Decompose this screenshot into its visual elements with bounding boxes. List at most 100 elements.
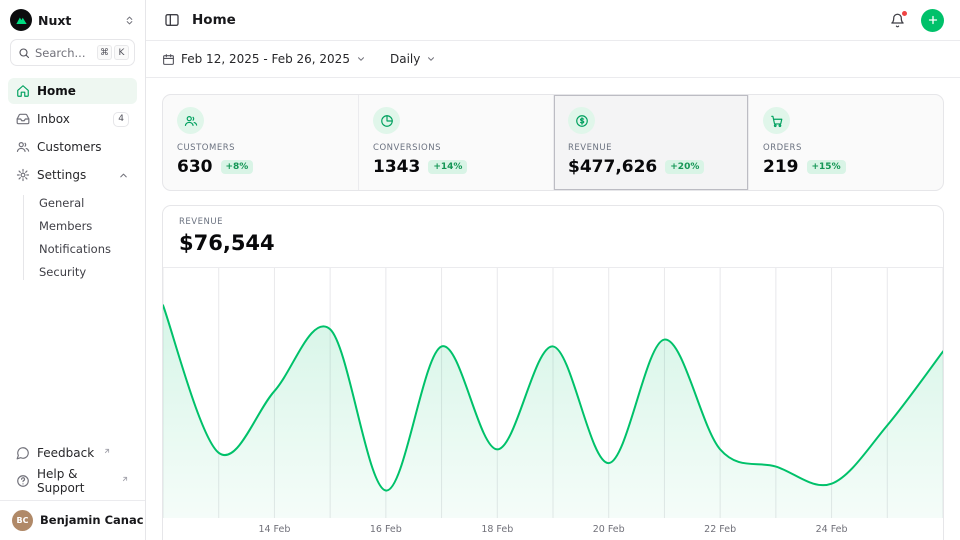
chart-x-axis: 14 Feb 16 Feb 18 Feb 20 Feb 22 Feb 24 Feb bbox=[163, 518, 943, 540]
sidebar-item-notifications[interactable]: Notifications bbox=[31, 238, 137, 260]
stat-label: ORDERS bbox=[763, 143, 929, 153]
x-axis-tick-label: 20 Feb bbox=[593, 524, 625, 535]
cart-icon bbox=[763, 107, 790, 134]
chart-pie-icon bbox=[373, 107, 400, 134]
add-button[interactable] bbox=[921, 9, 944, 32]
sub-item-label: General bbox=[39, 196, 84, 210]
stat-value: 630 bbox=[177, 157, 213, 177]
sidebar-nav: Home Inbox 4 Customers Settings Ge bbox=[8, 78, 137, 283]
help-circle-icon bbox=[16, 474, 30, 488]
revenue-chart-svg bbox=[163, 268, 943, 518]
x-axis-tick-label: 18 Feb bbox=[481, 524, 513, 535]
home-icon bbox=[16, 84, 30, 98]
search-shortcut: ⌘ K bbox=[97, 45, 129, 60]
collapse-sidebar-button[interactable] bbox=[162, 10, 182, 30]
sidebar-item-home[interactable]: Home bbox=[8, 78, 137, 104]
page-title: Home bbox=[192, 12, 236, 28]
stat-card-conversions[interactable]: CONVERSIONS 1343 +14% bbox=[358, 95, 553, 190]
user-name: Benjamin Canac bbox=[40, 513, 144, 527]
chevron-up-icon bbox=[118, 170, 129, 181]
stat-label: CONVERSIONS bbox=[373, 143, 539, 153]
inbox-count-badge: 4 bbox=[113, 112, 129, 127]
revenue-chart-card: REVENUE $76,544 14 Feb 16 Feb 18 Feb 20 Feb… bbox=[162, 205, 944, 540]
sidebar-item-label: Home bbox=[37, 84, 76, 98]
notifications-button[interactable] bbox=[888, 11, 907, 30]
sub-item-label: Notifications bbox=[39, 242, 111, 256]
sub-item-label: Security bbox=[39, 265, 86, 279]
dollar-circle-icon bbox=[568, 107, 595, 134]
sub-item-label: Members bbox=[39, 219, 92, 233]
stat-card-orders[interactable]: ORDERS 219 +15% bbox=[748, 95, 943, 190]
inbox-icon bbox=[16, 112, 30, 126]
sidebar-bottom: Feedback Help & Support BC Benjamin Cana… bbox=[0, 440, 145, 540]
x-axis-tick-label: 16 Feb bbox=[370, 524, 402, 535]
workspace-selector[interactable]: Nuxt bbox=[0, 0, 145, 39]
user-menu[interactable]: BC Benjamin Canac bbox=[8, 506, 137, 534]
sidebar-item-label: Customers bbox=[37, 140, 102, 154]
users-icon bbox=[16, 140, 30, 154]
notification-dot bbox=[901, 10, 908, 17]
sidebar-item-security[interactable]: Security bbox=[31, 261, 137, 283]
chart-metric-label: REVENUE bbox=[179, 217, 927, 227]
nuxt-logo-icon bbox=[10, 9, 32, 31]
date-range-value: Feb 12, 2025 - Feb 26, 2025 bbox=[181, 52, 350, 66]
sidebar-item-label: Inbox bbox=[37, 112, 70, 126]
sidebar-item-settings[interactable]: Settings bbox=[8, 162, 137, 188]
calendar-icon bbox=[162, 53, 175, 66]
stat-value: 219 bbox=[763, 157, 799, 177]
header-actions bbox=[888, 9, 944, 32]
date-range-picker[interactable]: Feb 12, 2025 - Feb 26, 2025 bbox=[162, 52, 366, 66]
search-placeholder: Search... bbox=[35, 46, 85, 60]
interval-value: Daily bbox=[390, 52, 420, 66]
stat-delta-badge: +14% bbox=[428, 160, 467, 174]
search-input[interactable]: Search... ⌘ K bbox=[10, 39, 135, 66]
stat-label: CUSTOMERS bbox=[177, 143, 344, 153]
chevron-down-icon bbox=[426, 54, 436, 64]
cmd-key: ⌘ bbox=[97, 45, 112, 60]
sidebar-item-label: Settings bbox=[37, 168, 86, 182]
users-icon bbox=[177, 107, 204, 134]
interval-select[interactable]: Daily bbox=[390, 52, 436, 66]
page-header: Home bbox=[146, 0, 960, 41]
x-axis-tick-label: 22 Feb bbox=[704, 524, 736, 535]
stat-label: REVENUE bbox=[568, 143, 734, 153]
sidebar-item-label: Help & Support bbox=[37, 467, 112, 495]
stat-card-revenue[interactable]: REVENUE $477,626 +20% bbox=[553, 95, 748, 190]
x-axis-tick-label: 24 Feb bbox=[816, 524, 848, 535]
stat-card-customers[interactable]: CUSTOMERS 630 +8% bbox=[163, 95, 358, 190]
chart-header: REVENUE $76,544 bbox=[163, 206, 943, 268]
sidebar-item-inbox[interactable]: Inbox 4 bbox=[8, 106, 137, 132]
gear-icon bbox=[16, 168, 30, 182]
revenue-chart[interactable]: 14 Feb 16 Feb 18 Feb 20 Feb 22 Feb 24 Feb bbox=[163, 268, 943, 540]
external-link-icon bbox=[103, 447, 111, 455]
sidebar-user-section: BC Benjamin Canac bbox=[0, 500, 145, 540]
chevron-up-down-icon bbox=[124, 15, 135, 26]
settings-subnav: General Members Notifications Security bbox=[8, 192, 137, 283]
stat-value: 1343 bbox=[373, 157, 420, 177]
search-icon bbox=[18, 47, 30, 59]
k-key: K bbox=[114, 45, 129, 60]
stat-delta-badge: +20% bbox=[665, 160, 704, 174]
sidebar-item-members[interactable]: Members bbox=[31, 215, 137, 237]
stat-delta-badge: +15% bbox=[807, 160, 846, 174]
stat-value: $477,626 bbox=[568, 157, 657, 177]
sidebar-item-label: Feedback bbox=[37, 446, 94, 460]
sidebar-item-customers[interactable]: Customers bbox=[8, 134, 137, 160]
plus-icon bbox=[927, 14, 939, 26]
sidebar-item-help-support[interactable]: Help & Support bbox=[8, 468, 137, 494]
filters-toolbar: Feb 12, 2025 - Feb 26, 2025 Daily bbox=[146, 41, 960, 78]
stats-row: CUSTOMERS 630 +8% CONVERSIONS 1343 +14% … bbox=[162, 94, 944, 191]
main-content: Home Feb 12, 2025 - Feb 26, 2025 bbox=[146, 0, 960, 540]
sidebar: Nuxt Search... ⌘ K Home Inbox 4 bbox=[0, 0, 146, 540]
external-link-icon bbox=[121, 475, 129, 483]
sidebar-item-feedback[interactable]: Feedback bbox=[8, 440, 137, 466]
panel-left-icon bbox=[164, 12, 180, 28]
sidebar-footer-nav: Feedback Help & Support bbox=[8, 440, 137, 494]
message-bubble-icon bbox=[16, 446, 30, 460]
chevron-down-icon bbox=[356, 54, 366, 64]
chart-metric-value: $76,544 bbox=[179, 231, 927, 255]
x-axis-tick-label: 14 Feb bbox=[258, 524, 290, 535]
stat-delta-badge: +8% bbox=[221, 160, 254, 174]
sidebar-item-general[interactable]: General bbox=[31, 192, 137, 214]
workspace-name: Nuxt bbox=[38, 13, 71, 28]
